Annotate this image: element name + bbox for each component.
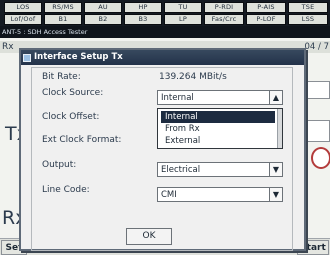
chevron-down-icon[interactable]: ▼ <box>269 163 282 176</box>
output-label: Output: <box>42 160 77 170</box>
app-title: ANT-5 : SDH Access Tester <box>0 26 330 38</box>
alarm-b1: B1 <box>44 14 82 25</box>
alarm-p-ais: P-AIS <box>246 2 286 13</box>
window-icon <box>23 53 31 62</box>
alarm-lof-oof: Lof/Oof <box>4 14 42 25</box>
line-code-label: Line Code: <box>42 185 90 195</box>
clock-offset-label: Clock Offset: <box>42 112 100 122</box>
alarm-lss: LSS <box>288 14 328 25</box>
alarm-au: AU <box>84 2 122 13</box>
dialog-title: Interface Setup Tx <box>34 52 123 62</box>
alarm-bar: LOS RS/MS AU HP TU P-RDI P-AIS TSE Lof/O… <box>0 0 330 26</box>
dropdown-scrollbar[interactable] <box>277 109 282 148</box>
clock-source-select[interactable]: Internal ▲ <box>157 90 283 105</box>
option-internal[interactable]: Internal <box>161 111 275 123</box>
dialog-titlebar[interactable]: Interface Setup Tx <box>21 50 304 65</box>
alarm-b2: B2 <box>84 14 122 25</box>
alarm-los: LOS <box>4 2 42 13</box>
option-external[interactable]: External <box>161 135 275 147</box>
rx-indicator: Rx <box>2 42 14 52</box>
side-button-2[interactable] <box>307 120 330 142</box>
clock-source-dropdown[interactable]: Internal From Rx External <box>157 108 283 149</box>
alarm-hp: HP <box>124 2 162 13</box>
bit-rate-label: Bit Rate: <box>42 72 81 82</box>
line-code-select[interactable]: CMI ▼ <box>157 187 283 202</box>
ext-clock-format-label: Ext Clock Format: <box>42 135 122 145</box>
clock-source-label: Clock Source: <box>42 88 104 98</box>
alarm-tse: TSE <box>288 2 328 13</box>
alarm-b3: B3 <box>124 14 162 25</box>
clock-source-value: Internal <box>161 93 194 103</box>
line-code-value: CMI <box>161 190 177 200</box>
output-select[interactable]: Electrical ▼ <box>157 162 283 177</box>
option-from-rx[interactable]: From Rx <box>161 123 275 135</box>
interface-setup-dialog: Interface Setup Tx Bit Rate: 139.264 MBi… <box>19 48 306 251</box>
alarm-fas-crc: Fas/Crc <box>204 14 244 25</box>
chevron-up-icon[interactable]: ▲ <box>269 91 282 104</box>
chevron-down-icon[interactable]: ▼ <box>269 188 282 201</box>
option-list: Internal From Rx External <box>159 110 277 148</box>
alarm-p-rdi: P-RDI <box>204 2 244 13</box>
ok-button[interactable]: OK <box>126 228 172 245</box>
side-button-3[interactable] <box>311 147 330 169</box>
side-button-1[interactable] <box>307 81 330 99</box>
clock-display: 04 / 7 <box>304 42 330 52</box>
alarm-lp: LP <box>164 14 202 25</box>
alarm-rs-ms: RS/MS <box>44 2 82 13</box>
alarm-p-lof: P-LOF <box>246 14 286 25</box>
output-value: Electrical <box>161 165 201 175</box>
bit-rate-value: 139.264 MBit/s <box>159 72 227 82</box>
alarm-tu: TU <box>164 2 202 13</box>
